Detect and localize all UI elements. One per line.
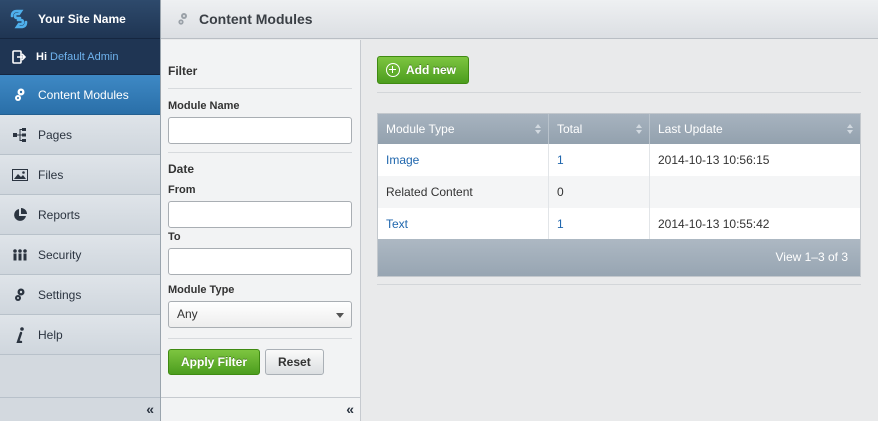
sidebar-item-label: Content Modules	[38, 87, 129, 102]
filter-panel: Filter Module Name Date From To Module T…	[161, 40, 361, 421]
module-type-value: Any	[177, 307, 198, 321]
divider	[377, 284, 861, 285]
divider	[168, 152, 352, 153]
module-type-select[interactable]: Any	[168, 301, 352, 328]
table-header: Module Type Total Last Update	[378, 114, 860, 144]
total-link[interactable]: 1	[549, 144, 650, 176]
modules-table: Module Type Total Last Update Image 1 20…	[377, 113, 861, 277]
module-type-link[interactable]: Image	[378, 144, 549, 176]
greeting: Hi	[36, 50, 47, 63]
sidebar-item-reports[interactable]: Reports	[0, 195, 160, 235]
module-name-input[interactable]	[168, 117, 352, 144]
filter-actions: Apply Filter Reset	[168, 338, 352, 375]
filter-collapse-button[interactable]: «	[161, 397, 360, 421]
sidebar-item-content-modules[interactable]: Content Modules	[0, 75, 160, 115]
table-row: Text 1 2014-10-13 10:55:42	[378, 208, 860, 240]
user-name-link[interactable]: Default Admin	[50, 51, 118, 63]
last-update-cell	[650, 176, 860, 208]
sidebar-item-label: Pages	[38, 127, 73, 142]
module-type-cell: Related Content	[378, 176, 549, 208]
column-header-last-update[interactable]: Last Update	[650, 114, 860, 144]
users-icon	[12, 247, 28, 263]
sidebar-item-label: Settings	[38, 287, 82, 302]
table-body: Image 1 2014-10-13 10:56:15 Related Cont…	[378, 144, 860, 240]
gears-icon	[12, 287, 28, 303]
sidebar-item-settings[interactable]: Settings	[0, 275, 160, 315]
chevron-down-icon	[336, 313, 344, 318]
logout-icon[interactable]	[12, 49, 26, 64]
sort-icon	[847, 124, 854, 135]
gears-icon	[178, 13, 187, 25]
sidebar-item-files[interactable]: Files	[0, 155, 160, 195]
plus-circle-icon	[386, 63, 400, 77]
sidebar-item-label: Security	[38, 247, 82, 262]
column-label: Module Type	[386, 122, 455, 136]
total-cell: 0	[549, 176, 650, 208]
sidebar-item-label: Help	[38, 327, 63, 342]
total-link[interactable]: 1	[549, 208, 650, 240]
filter-title: Filter	[168, 64, 352, 89]
table-pager: View 1–3 of 3	[378, 239, 860, 276]
table-row: Related Content 0	[378, 176, 860, 208]
date-from-input[interactable]	[168, 201, 352, 228]
sidebar: Your Site Name Hi Default Admin Content …	[0, 0, 161, 421]
from-label: From	[168, 184, 196, 196]
sidebar-item-pages[interactable]: Pages	[0, 115, 160, 155]
apply-filter-button[interactable]: Apply Filter	[168, 349, 261, 375]
sidebar-item-label: Reports	[38, 207, 81, 222]
sidebar-item-security[interactable]: Security	[0, 235, 160, 275]
column-label: Total	[557, 122, 583, 136]
module-type-link[interactable]: Text	[378, 208, 549, 240]
reset-button[interactable]: Reset	[265, 349, 324, 375]
module-type-label: Module Type	[168, 284, 235, 296]
table-row: Image 1 2014-10-13 10:56:15	[378, 144, 860, 176]
column-label: Last Update	[658, 122, 723, 136]
gears-icon	[12, 87, 28, 103]
sort-icon	[535, 124, 542, 135]
info-icon	[12, 326, 28, 343]
column-header-total[interactable]: Total	[549, 114, 650, 144]
page-title: Content Modules	[199, 11, 313, 27]
to-label: To	[168, 231, 181, 243]
column-header-module-type[interactable]: Module Type	[378, 114, 549, 144]
site-name: Your Site Name	[38, 12, 126, 26]
page-header: Content Modules	[161, 0, 878, 39]
sort-icon	[636, 124, 643, 135]
pie-chart-icon	[12, 207, 28, 223]
add-new-label: Add new	[406, 63, 456, 77]
last-update-cell: 2014-10-13 10:55:42	[658, 217, 770, 231]
image-icon	[12, 167, 28, 183]
sitemap-icon	[12, 127, 28, 143]
sidebar-item-label: Files	[38, 167, 64, 182]
date-section-title: Date	[168, 162, 195, 176]
last-update-cell: 2014-10-13 10:56:15	[658, 153, 770, 167]
add-new-button[interactable]: Add new	[377, 56, 469, 84]
sidebar-collapse-button[interactable]: «	[0, 397, 160, 421]
brand[interactable]: Your Site Name	[0, 0, 160, 39]
date-to-input[interactable]	[168, 248, 352, 275]
user-bar: Hi Default Admin	[0, 39, 160, 75]
main-content: Add new Module Type Total Last Update Im…	[362, 40, 878, 421]
toolbar: Add new	[377, 56, 861, 93]
logo-icon	[10, 9, 28, 29]
module-name-label: Module Name	[168, 100, 240, 112]
sidebar-item-help[interactable]: Help	[0, 315, 160, 355]
